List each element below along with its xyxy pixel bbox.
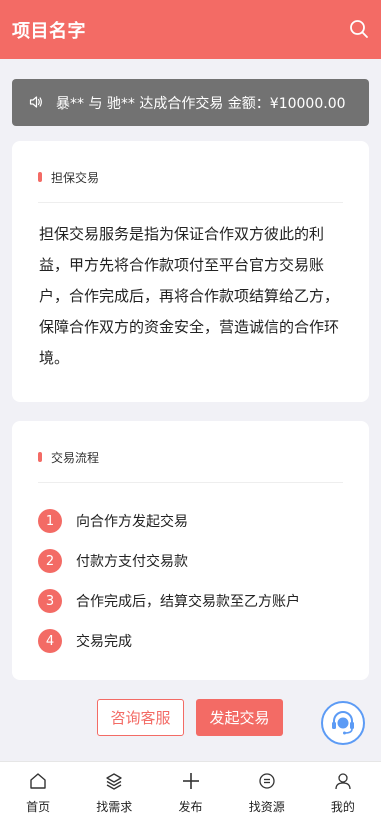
tab-mine[interactable]: 我的 [305, 762, 381, 823]
tab-label: 发布 [178, 800, 203, 814]
home-icon [30, 773, 46, 789]
section-marker [38, 172, 42, 182]
step-number: 2 [38, 549, 62, 573]
section-header: 担保交易 [12, 141, 369, 203]
resource-icon [259, 773, 275, 789]
tab-home[interactable]: 首页 [0, 762, 76, 823]
process-steps: 1 向合作方发起交易 2 付款方支付交易款 3 合作完成后，结算交易款至乙方账户… [38, 501, 358, 661]
process-step: 3 合作完成后，结算交易款至乙方账户 [38, 581, 358, 621]
divider [38, 482, 343, 483]
notice-bar: 暴** 与 驰** 达成合作交易 金额：¥10000.00 [12, 79, 369, 126]
process-step: 1 向合作方发起交易 [38, 501, 358, 541]
customer-service-float-button[interactable] [321, 701, 365, 745]
step-number: 4 [38, 629, 62, 653]
step-number: 1 [38, 509, 62, 533]
speaker-icon [29, 96, 42, 108]
section-title: 交易流程 [51, 451, 100, 465]
tab-label: 找资源 [248, 800, 285, 814]
step-label: 付款方支付交易款 [76, 554, 188, 570]
process-step: 2 付款方支付交易款 [38, 541, 358, 581]
step-label: 向合作方发起交易 [76, 514, 188, 530]
consult-service-button[interactable]: 咨询客服 [97, 699, 184, 736]
step-label: 交易完成 [76, 634, 132, 650]
tab-label: 我的 [330, 800, 355, 814]
layers-icon [106, 773, 122, 790]
bottom-tab-bar: 首页 找需求 发布 找资源 我的 [0, 761, 381, 823]
tab-label: 找需求 [96, 800, 133, 814]
plus-icon [182, 773, 199, 789]
section-marker [38, 452, 42, 462]
step-number: 3 [38, 589, 62, 613]
step-label: 合作完成后，结算交易款至乙方账户 [76, 594, 300, 610]
divider [38, 202, 343, 203]
guarantee-card: 担保交易 担保交易服务是指为保证合作双方彼此的利益，甲方先将合作款项付至平台官方… [12, 141, 369, 402]
section-title: 担保交易 [51, 171, 100, 185]
process-step: 4 交易完成 [38, 621, 358, 661]
process-card: 交易流程 1 向合作方发起交易 2 付款方支付交易款 3 合作完成后，结算交易款… [12, 421, 369, 680]
tab-label: 首页 [26, 800, 51, 814]
search-icon[interactable] [349, 19, 369, 39]
tab-publish[interactable]: 发布 [152, 762, 228, 823]
section-header: 交易流程 [12, 421, 369, 483]
tab-find-resource[interactable]: 找资源 [229, 762, 305, 823]
notice-text: 暴** 与 驰** 达成合作交易 金额：¥10000.00 [56, 96, 346, 112]
page-title: 项目名字 [12, 21, 86, 42]
guarantee-description: 担保交易服务是指为保证合作双方彼此的利益，甲方先将合作款项付至平台官方交易账户，… [39, 225, 340, 367]
tab-find-demand[interactable]: 找需求 [76, 762, 152, 823]
app-header: 项目名字 [0, 0, 381, 59]
user-icon [335, 773, 351, 790]
headset-icon [332, 711, 354, 735]
start-transaction-button[interactable]: 发起交易 [196, 699, 283, 736]
